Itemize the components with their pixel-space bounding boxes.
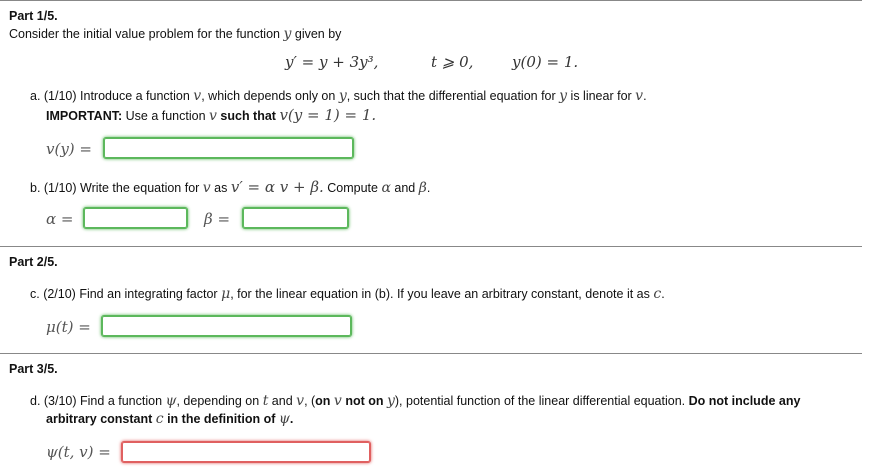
c-text: c. (2/10) Find an integrating factor (30, 287, 222, 301)
a-var-y: y (559, 88, 568, 104)
c-text: , for the linear equation in (b). If you… (230, 287, 654, 301)
d-var-v: v (333, 393, 342, 409)
a-text: a. (1/10) Introduce a function (30, 89, 194, 103)
a-condition-math: v(y = 1) = 1. (279, 106, 377, 124)
d-psi: ψ (165, 393, 177, 409)
a-text: Use a function (122, 109, 210, 123)
part1-title: Part 1/5. (9, 9, 58, 23)
c-text: . (661, 287, 665, 301)
a-var-y: y (338, 88, 347, 104)
d-bold-text: arbitrary constant (46, 412, 156, 426)
important-label: IMPORTANT: (46, 109, 123, 123)
part2-title: Part 2/5. (9, 255, 58, 269)
part-divider (0, 353, 862, 354)
question-a-line2: IMPORTANT: Use a function v such that v(… (46, 106, 376, 124)
beta-label: β = (204, 210, 231, 228)
d-text: d. (3/10) Find a function (30, 394, 166, 408)
psi-label: ψ(t, v) = (46, 443, 111, 461)
ode-equation: y′ = y + 3y³, (285, 53, 379, 71)
a-var-v: v (209, 108, 217, 124)
part1-intro: Consider the initial value problem for t… (9, 26, 341, 42)
b-text: Compute (323, 181, 382, 195)
d-var-y: y (386, 393, 395, 409)
b-text: b. (1/10) Write the equation for (30, 181, 203, 195)
d-bold-text: not on (341, 394, 387, 408)
a-var-v: v (635, 88, 644, 104)
b-beta: β (418, 180, 427, 196)
top-divider (0, 0, 862, 1)
b-text: . (426, 181, 431, 195)
d-bold-text: in the definition of (163, 412, 279, 426)
d-psi: ψ (278, 411, 290, 427)
v-of-y-label: v(y) = (46, 140, 92, 158)
b-text: as (210, 181, 231, 195)
question-b-text: b. (1/10) Write the equation for v as v′… (30, 178, 430, 196)
b-equation-math: v′ = α v + β. (230, 178, 324, 196)
c-mu: μ (221, 286, 231, 302)
question-d-line1: d. (3/10) Find a function ψ, depending o… (30, 393, 800, 409)
b-text: and (390, 181, 419, 195)
question-c-text: c. (2/10) Find an integrating factor μ, … (30, 286, 665, 302)
b-var-v: v (202, 180, 211, 196)
d-text: and (268, 394, 297, 408)
a-text: is linear for (567, 89, 636, 103)
d-constant: c (155, 411, 164, 427)
a-text: . (643, 89, 647, 103)
b-alpha: α (381, 180, 391, 196)
alpha-input[interactable] (83, 207, 188, 229)
d-text: , ( (304, 394, 316, 408)
alpha-label: α = (46, 210, 74, 228)
ode-domain: t ⩾ 0, (431, 53, 474, 71)
intro-text: Consider the initial value problem for t… (9, 27, 284, 41)
d-var-v: v (296, 393, 305, 409)
d-bold-text: . (289, 412, 294, 426)
psi-input[interactable] (121, 441, 371, 463)
d-bold-text: Do not include any (688, 394, 801, 408)
d-text: ), potential function of the linear diff… (394, 394, 689, 408)
v-of-y-input[interactable] (103, 137, 354, 159)
question-d-line2: arbitrary constant c in the definition o… (46, 411, 293, 427)
part3-title: Part 3/5. (9, 362, 58, 376)
d-text: , depending on (176, 394, 263, 408)
intro-suffix: given by (291, 27, 342, 41)
part-divider (0, 246, 862, 247)
mu-of-t-input[interactable] (101, 315, 352, 337)
a-text: , which depends only on (201, 89, 339, 103)
question-a-line1: a. (1/10) Introduce a function v , which … (30, 88, 647, 104)
mu-of-t-label: μ(t) = (46, 318, 91, 336)
beta-input[interactable] (242, 207, 349, 229)
a-text: , such that the differential equation fo… (346, 89, 560, 103)
d-bold-text: on (315, 394, 334, 408)
ode-initial-condition: y(0) = 1. (512, 53, 579, 71)
a-bold-text: such that (216, 109, 280, 123)
